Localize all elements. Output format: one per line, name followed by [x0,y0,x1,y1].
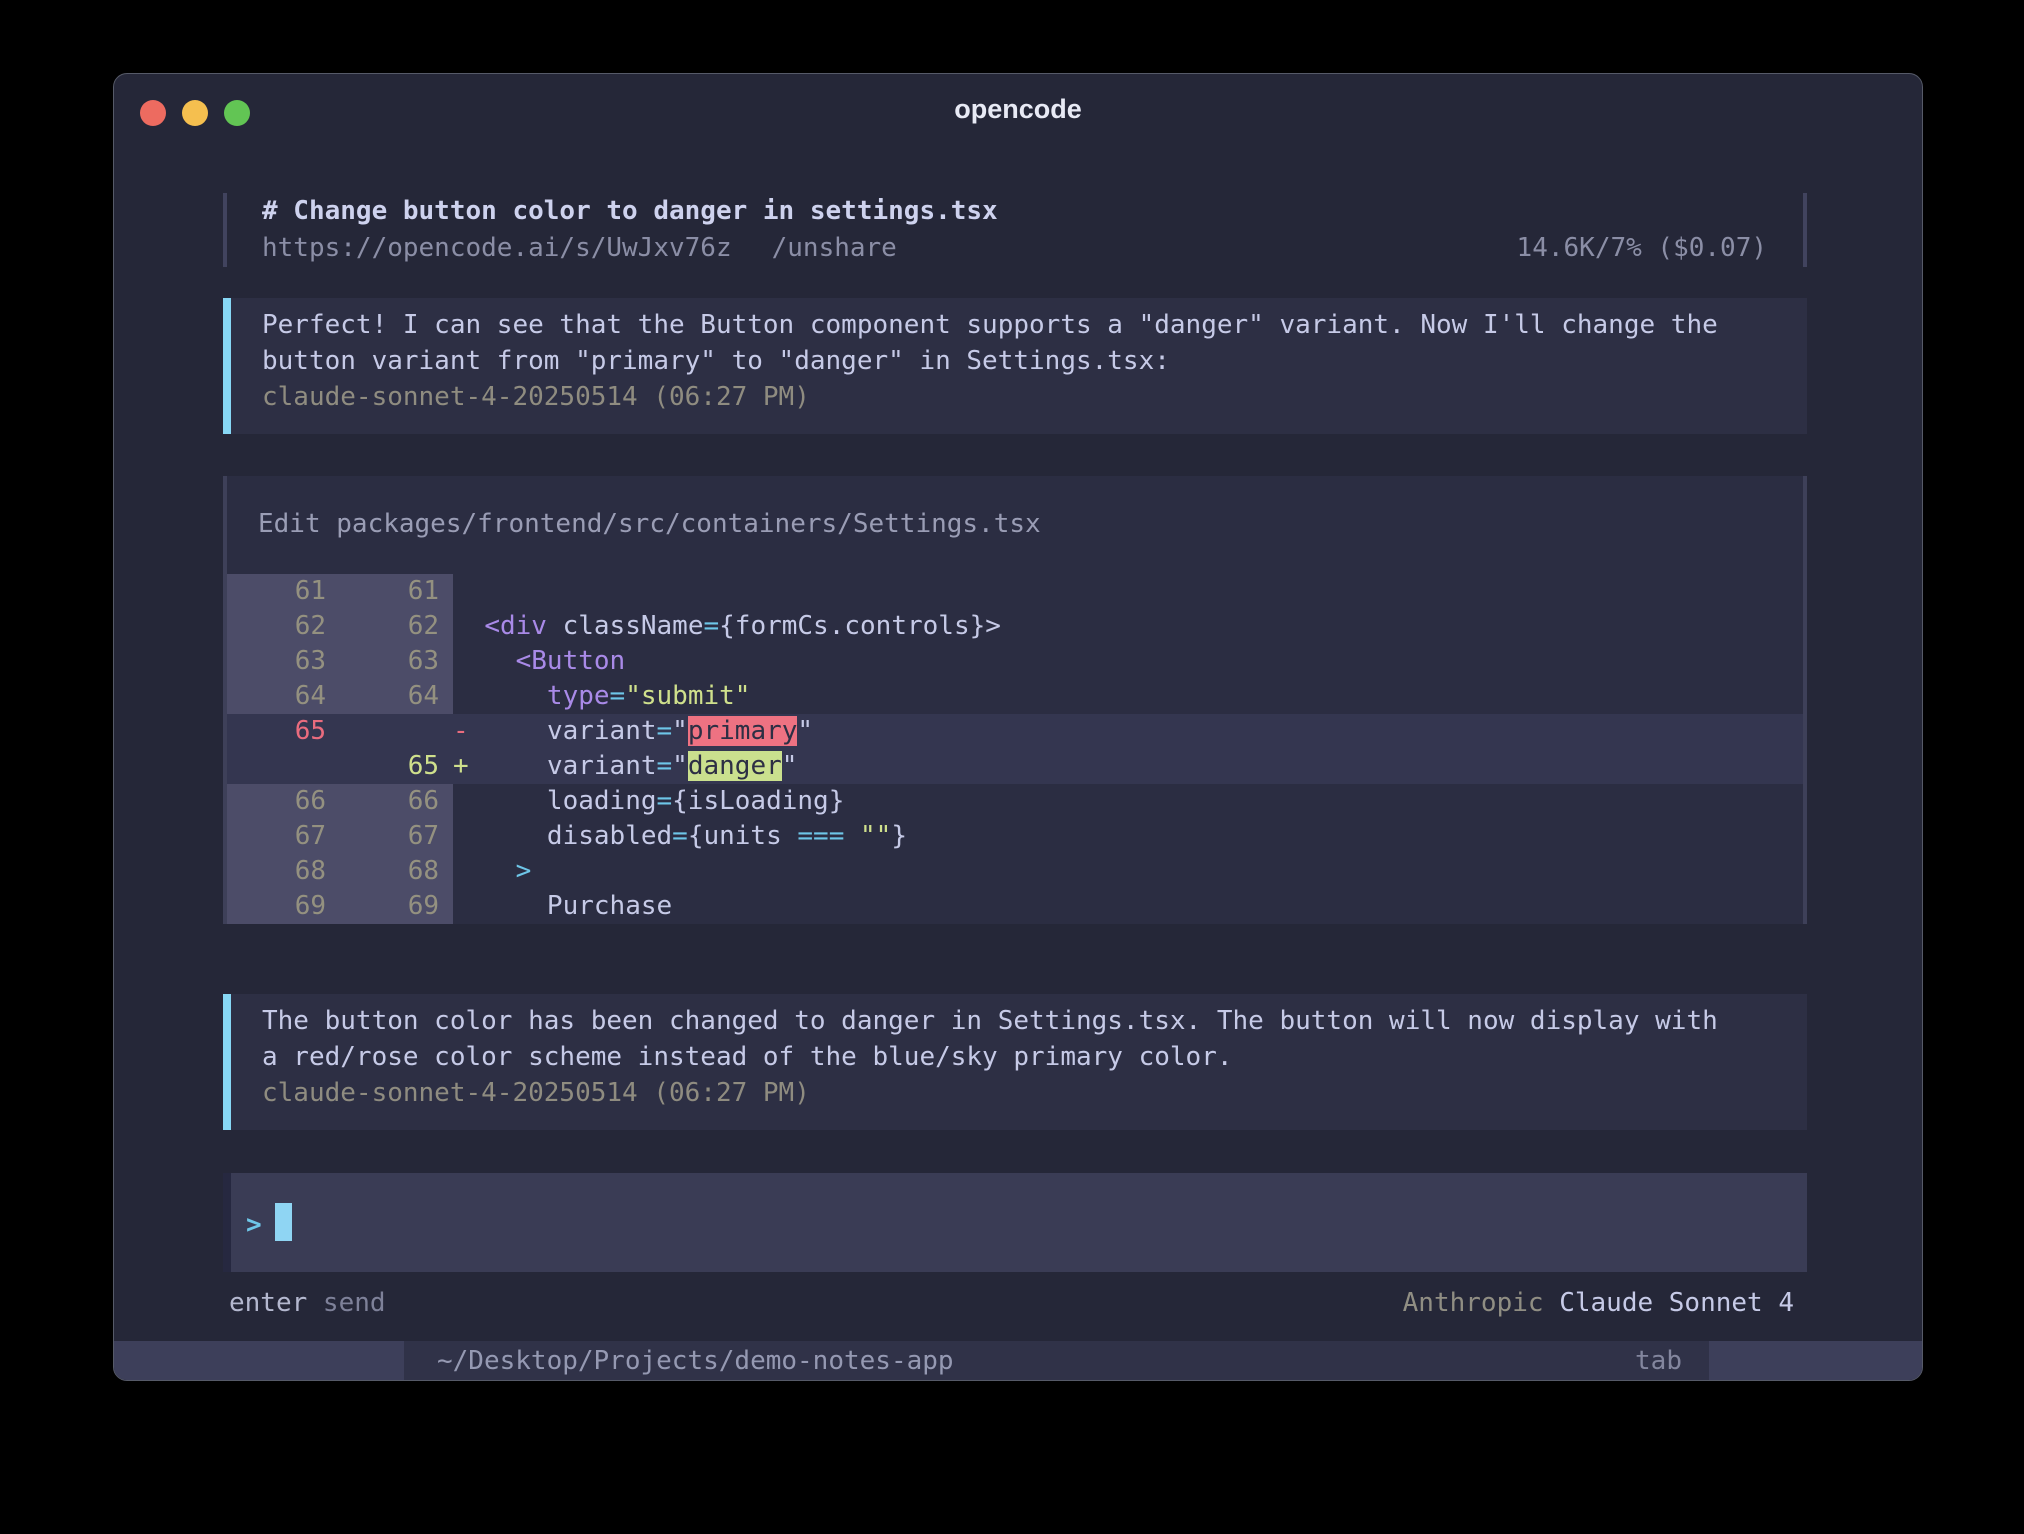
message-model-meta: claude-sonnet-4-20250514 (06:27 PM) [262,1075,1787,1111]
diff-code-line [453,574,1803,609]
diff-row: 6161 [227,574,1803,609]
model-indicator: Anthropic Claude Sonnet 4 [1403,1285,1794,1321]
old-line-number: 67 [227,819,340,854]
diff-code-line: + variant="danger" [453,749,1803,784]
statusbar-right: tab BUILD MODE [1635,1341,1922,1380]
old-line-number: 61 [227,574,340,609]
diff-code-line: Purchase [453,889,1803,924]
working-directory: ~/Desktop/Projects/demo-notes-app [437,1346,954,1376]
hints-row: enter send Anthropic Claude Sonnet 4 [223,1285,1807,1321]
diff-code-line: <div className={formCs.controls}> [453,609,1803,644]
old-line-number [227,749,340,784]
new-line-number: 61 [340,574,453,609]
session-header: # Change button color to danger in setti… [223,193,1807,267]
new-line-number: 66 [340,784,453,819]
message-text-line: button variant from "primary" to "danger… [262,343,1787,379]
diff-row: 6969 Purchase [227,889,1803,924]
diff-row: 65 - variant="primary" [227,714,1803,749]
text-cursor [275,1203,292,1241]
new-line-number: 65 [340,749,453,784]
enter-key-hint: enter [229,1285,307,1321]
diff-code-line: - variant="primary" [453,714,1803,749]
model-name: Claude Sonnet 4 [1544,1288,1794,1318]
old-line-number: 68 [227,854,340,889]
assistant-message: The button color has been changed to dan… [223,994,1807,1130]
diff-code-line: <Button [453,644,1803,679]
edit-tool-block: Edit packages/frontend/src/containers/Se… [223,476,1807,924]
new-line-number: 69 [340,889,453,924]
diff-row: 6666 loading={isLoading} [227,784,1803,819]
message-text-line: Perfect! I can see that the Button compo… [262,307,1787,343]
new-line-number: 68 [340,854,453,889]
provider-name: Anthropic [1403,1288,1544,1318]
prompt-symbol: > [246,1210,262,1240]
session-subtitle-row: https://opencode.ai/s/UwJxv76z /unshare … [262,230,1767,267]
diff-code-line: loading={isLoading} [453,784,1803,819]
diff-row: 6464 type="submit" [227,679,1803,714]
token-usage: 14.6K/7% ($0.07) [1517,230,1767,267]
new-line-number: 64 [340,679,453,714]
diff-row: 6262 <div className={formCs.controls}> [227,609,1803,644]
message-model-meta: claude-sonnet-4-20250514 (06:27 PM) [262,379,1787,415]
old-line-number: 64 [227,679,340,714]
diff-code-line: type="submit" [453,679,1803,714]
session-title: # Change button color to danger in setti… [262,193,1767,230]
diff-code-line: disabled={units === ""} [453,819,1803,854]
prompt-input[interactable]: > [223,1173,1807,1272]
window-title: opencode [114,94,1922,125]
statusbar: opencodev0.3.11 ~/Desktop/Projects/demo-… [114,1341,1922,1380]
content: # Change button color to danger in setti… [223,136,1807,1321]
old-line-number: 63 [227,644,340,679]
diff-row: 65+ variant="danger" [227,749,1803,784]
assistant-message: Perfect! I can see that the Button compo… [223,298,1807,434]
diff-table: 61616262 <div className={formCs.controls… [227,574,1803,924]
opencode-window: opencode # Change button color to danger… [113,73,1923,1381]
send-action-hint: send [307,1285,385,1321]
diff-row: 6868 > [227,854,1803,889]
new-line-number: 63 [340,644,453,679]
diff-code-line: > [453,854,1803,889]
tab-key-hint[interactable]: tab [1635,1346,1682,1376]
titlebar: opencode [114,74,1922,136]
new-line-number: 67 [340,819,453,854]
diff-row: 6363 <Button [227,644,1803,679]
mode-segment: BUILD MODE [1709,1341,1922,1380]
app-version-segment: opencodev0.3.11 [114,1341,404,1380]
share-url: https://opencode.ai/s/UwJxv76z [262,230,732,267]
old-line-number: 65 [227,714,340,749]
new-line-number [340,714,453,749]
message-text-line: a red/rose color scheme instead of the b… [262,1039,1787,1075]
new-line-number: 62 [340,609,453,644]
message-text-line: The button color has been changed to dan… [262,1003,1787,1039]
unshare-command: /unshare [772,230,897,267]
old-line-number: 69 [227,889,340,924]
old-line-number: 66 [227,784,340,819]
edit-tool-header: Edit packages/frontend/src/containers/Se… [227,506,1803,542]
old-line-number: 62 [227,609,340,644]
diff-row: 6767 disabled={units === ""} [227,819,1803,854]
